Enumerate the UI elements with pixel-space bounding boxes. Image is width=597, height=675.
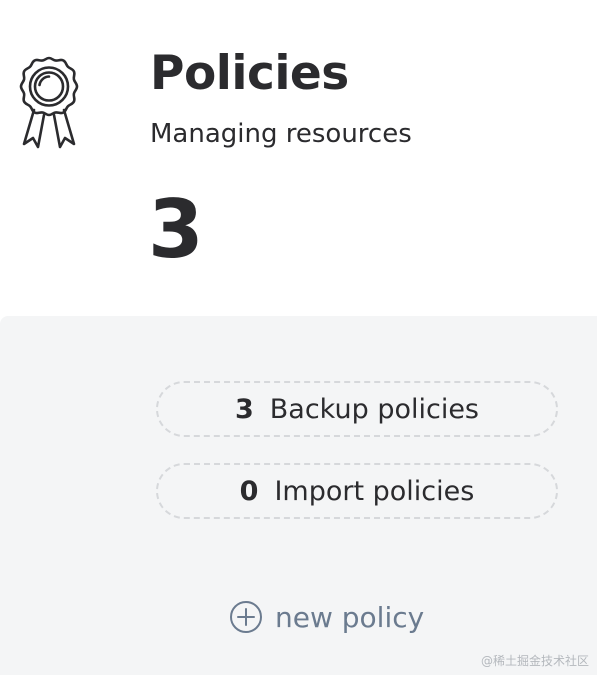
import-policies-button[interactable]: 0 Import policies bbox=[156, 463, 558, 519]
watermark: @稀土掘金技术社区 bbox=[480, 654, 589, 668]
import-policies-label: Import policies bbox=[274, 475, 475, 507]
plus-circle-icon bbox=[230, 601, 262, 633]
page-subtitle: Managing resources bbox=[150, 119, 412, 149]
new-policy-button[interactable]: new policy bbox=[229, 597, 424, 637]
page-title: Policies bbox=[150, 46, 349, 101]
backup-policies-button[interactable]: 3 Backup policies bbox=[156, 381, 558, 437]
backup-policies-count: 3 bbox=[234, 393, 254, 425]
policies-panel: 3 Backup policies 0 Import policies new … bbox=[0, 316, 597, 675]
policies-total-count: 3 bbox=[148, 183, 204, 276]
policies-card-header: Policies Managing resources 3 bbox=[0, 0, 597, 316]
award-ribbon-icon bbox=[19, 56, 79, 149]
backup-policies-label: Backup policies bbox=[269, 393, 480, 425]
new-policy-label: new policy bbox=[275, 600, 425, 634]
import-policies-count: 0 bbox=[239, 475, 259, 507]
